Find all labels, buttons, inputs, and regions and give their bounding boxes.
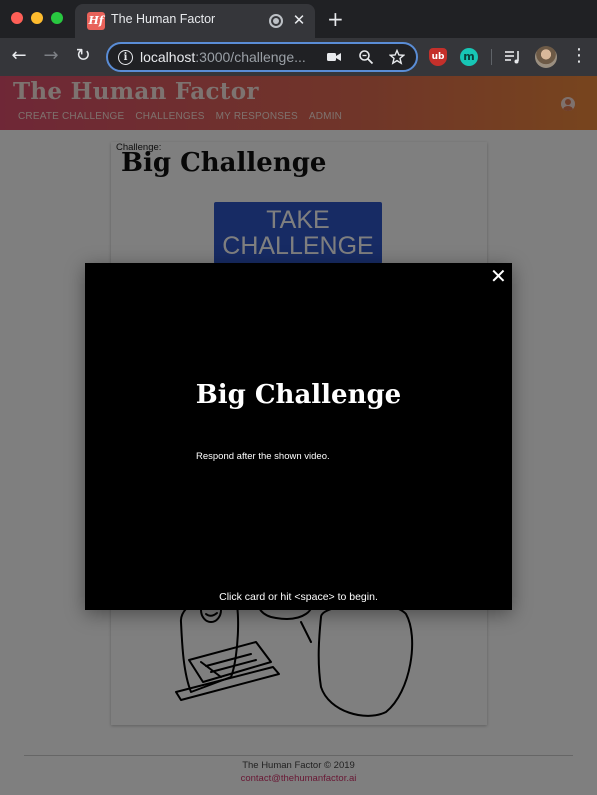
toolbar-separator <box>491 49 492 65</box>
maximize-window-button[interactable] <box>51 12 63 24</box>
modal-begin-hint: Click card or hit <space> to begin. <box>219 591 378 603</box>
reload-icon[interactable]: ↻ <box>72 46 94 66</box>
zoom-icon[interactable] <box>358 49 374 69</box>
camera-icon[interactable] <box>326 49 342 69</box>
site-info-icon[interactable]: i <box>118 50 133 65</box>
extension-m-icon[interactable]: m <box>460 48 478 66</box>
modal-description: Respond after the shown video. <box>196 451 330 462</box>
ublock-extension-icon[interactable]: ub <box>429 48 447 66</box>
address-bar[interactable]: i localhost:3000/challenge... <box>106 42 418 72</box>
tab-title: The Human Factor <box>111 12 216 26</box>
minimize-window-button[interactable] <box>31 12 43 24</box>
browser-toolbar: ← → ↻ i localhost:3000/challenge... ub m… <box>0 38 597 76</box>
close-window-button[interactable] <box>11 12 23 24</box>
profile-avatar[interactable] <box>535 46 557 68</box>
media-controls-icon[interactable] <box>504 49 522 65</box>
browser-menu-icon[interactable]: ⋮ <box>570 46 588 66</box>
forward-icon[interactable]: → <box>40 46 62 66</box>
modal-title: Big Challenge <box>195 380 402 410</box>
back-icon[interactable]: ← <box>8 46 30 66</box>
challenge-modal[interactable]: ✕ Big Challenge Respond after the shown … <box>85 263 512 610</box>
favicon-icon: Hf <box>87 12 105 30</box>
recording-indicator-icon <box>269 14 283 28</box>
tab-close-icon[interactable]: ✕ <box>291 11 307 29</box>
new-tab-button[interactable]: + <box>327 8 344 30</box>
url-text[interactable]: localhost:3000/challenge... <box>140 49 306 65</box>
bookmark-star-icon[interactable] <box>388 48 406 69</box>
browser-tab[interactable]: Hf The Human Factor ✕ <box>75 4 315 38</box>
web-page: The Human Factor CREATE CHALLENGE CHALLE… <box>0 76 597 795</box>
close-icon[interactable]: ✕ <box>490 266 507 286</box>
browser-tab-strip: Hf The Human Factor ✕ + <box>0 0 597 38</box>
